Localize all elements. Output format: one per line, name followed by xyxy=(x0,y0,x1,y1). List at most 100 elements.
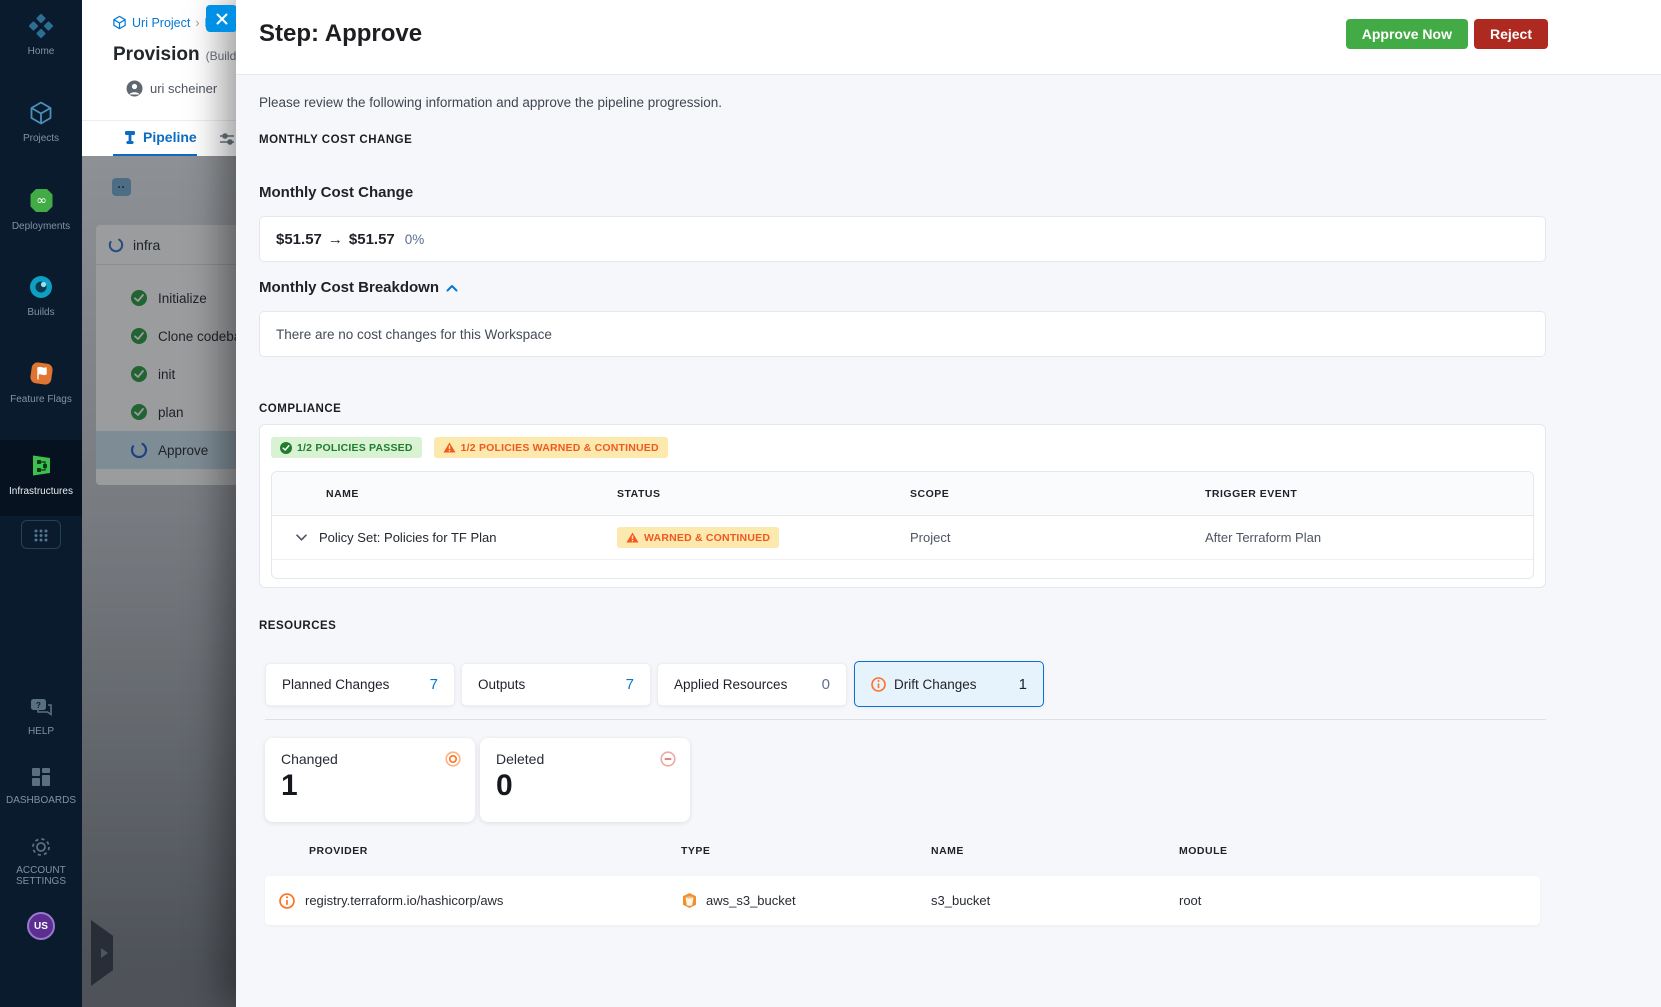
chevron-up-icon[interactable] xyxy=(446,284,458,292)
warned-continued-badge: WARNED & CONTINUED xyxy=(617,527,780,548)
policy-set-name: Policy Set: Policies for TF Plan xyxy=(319,530,497,545)
pipeline-tabbar: Pipeline xyxy=(82,120,236,156)
help-chat-icon: ? xyxy=(31,699,52,717)
planned-changes-count: 7 xyxy=(429,676,438,693)
sidebar-item-label: Deployments xyxy=(11,221,71,232)
drift-table-row[interactable]: registry.terraform.io/hashicorp/aws aws_… xyxy=(265,876,1540,925)
sidebar-item-deployments[interactable]: ∞ Deployments xyxy=(0,187,82,232)
col-name: NAME xyxy=(326,487,359,500)
user-avatar[interactable]: US xyxy=(27,912,55,940)
pipeline-icon xyxy=(125,130,135,144)
sidebar-item-home[interactable]: Home xyxy=(0,13,82,57)
policy-trigger: After Terraform Plan xyxy=(1205,530,1322,545)
app-window: Home Projects ∞ Deployments Builds Featu… xyxy=(0,0,1661,1007)
sidebar-item-builds[interactable]: Builds xyxy=(0,274,82,318)
sidebar-item-infrastructures[interactable]: Infrastructures xyxy=(0,440,82,516)
cost-breakdown-empty-card: There are no cost changes for this Works… xyxy=(259,311,1546,357)
section-resources-label: RESOURCES xyxy=(259,620,337,632)
sidebar-item-account-settings[interactable]: ACCOUNT SETTINGS xyxy=(0,836,82,887)
drift-changes-count: 1 xyxy=(1018,675,1027,693)
projects-icon xyxy=(30,101,52,125)
resource-module: root xyxy=(1179,893,1202,908)
approve-now-button[interactable]: Approve Now xyxy=(1345,19,1468,49)
warning-triangle-icon xyxy=(626,532,639,543)
changed-value: 1 xyxy=(281,769,298,802)
sidebar-item-label: DASHBOARDS xyxy=(5,795,76,806)
pipeline-author: uri scheiner xyxy=(126,80,217,97)
col-scope: SCOPE xyxy=(910,487,950,500)
tab-applied-resources[interactable]: Applied Resources 0 xyxy=(657,663,847,706)
drawer-actions: Approve Now Reject xyxy=(1345,19,1548,49)
grid-icon xyxy=(34,529,48,541)
compliance-card: 1/2 POLICIES PASSED 1/2 POLICIES WARNED … xyxy=(259,424,1546,588)
policy-scope: Project xyxy=(910,530,951,545)
drawer-body: Please review the following information … xyxy=(236,75,1661,1007)
breadcrumb-separator: › xyxy=(195,15,200,30)
changed-label: Changed xyxy=(281,751,338,767)
col-type: TYPE xyxy=(681,845,711,857)
deleted-label: Deleted xyxy=(496,751,545,767)
infrastructures-icon xyxy=(32,455,50,476)
col-provider: PROVIDER xyxy=(309,845,368,857)
tab-pipeline[interactable]: Pipeline xyxy=(123,129,197,145)
tab-drift-changes[interactable]: Drift Changes 1 xyxy=(854,661,1044,707)
tab-outputs[interactable]: Outputs 7 xyxy=(461,663,651,706)
tab-planned-changes[interactable]: Planned Changes 7 xyxy=(265,663,455,706)
sidebar-item-label: Projects xyxy=(22,133,60,144)
changed-stat-card: Changed 1 xyxy=(265,738,475,822)
warning-triangle-icon xyxy=(443,442,456,453)
deleted-value: 0 xyxy=(496,769,513,802)
sidebar-item-label: Home xyxy=(27,46,55,57)
dashboards-icon xyxy=(32,768,50,786)
col-module: MODULE xyxy=(1179,845,1228,857)
sidebar-item-dashboards[interactable]: DASHBOARDS xyxy=(0,766,82,806)
cost-percent: 0% xyxy=(404,231,425,247)
col-trigger-event: TRIGGER EVENT xyxy=(1205,487,1298,500)
check-circle-icon xyxy=(280,441,292,454)
sidebar-item-label: Builds xyxy=(27,307,55,318)
drift-info-icon xyxy=(279,892,295,909)
reject-button[interactable]: Reject xyxy=(1473,19,1548,49)
step-approve-drawer: Step: Approve Approve Now Reject Please … xyxy=(206,0,1661,1007)
svg-text:∞: ∞ xyxy=(36,194,47,209)
review-instructions: Please review the following information … xyxy=(259,95,723,110)
left-nav: Home Projects ∞ Deployments Builds Featu… xyxy=(0,0,82,1007)
sidebar-item-label: Infrastructures xyxy=(9,486,73,497)
sidebar-item-label: ACCOUNT SETTINGS xyxy=(15,865,66,887)
monthly-cost-heading: Monthly Cost Change xyxy=(259,184,414,201)
resource-type: aws_s3_bucket xyxy=(706,893,796,908)
resources-divider xyxy=(265,719,1546,720)
resource-name: s3_bucket xyxy=(931,893,991,908)
cost-change-value: $51.57 → $51.57 0% xyxy=(276,231,424,248)
project-cube-icon xyxy=(113,15,126,30)
deployments-icon: ∞ xyxy=(30,189,52,212)
feature-flags-icon xyxy=(29,362,53,385)
sidebar-item-feature-flags[interactable]: Feature Flags xyxy=(0,360,82,405)
policy-badges: 1/2 POLICIES PASSED 1/2 POLICIES WARNED … xyxy=(271,437,1534,458)
module-selector-button[interactable] xyxy=(21,520,61,549)
tab-inputs[interactable] xyxy=(219,131,235,152)
policies-passed-badge: 1/2 POLICIES PASSED xyxy=(271,437,422,458)
cost-from: $51.57 xyxy=(276,230,322,248)
policies-warned-badge: 1/2 POLICIES WARNED & CONTINUED xyxy=(433,437,668,458)
policy-table-row[interactable]: Policy Set: Policies for TF Plan WARNED … xyxy=(272,516,1533,560)
cost-change-card: $51.57 → $51.57 0% xyxy=(259,216,1546,262)
cost-breakdown-toggle[interactable]: Monthly Cost Breakdown xyxy=(259,279,458,296)
deleted-stat-card: Deleted 0 xyxy=(480,738,690,822)
page-title-suffix: (Build xyxy=(205,49,236,63)
sidebar-item-label: Feature Flags xyxy=(10,394,72,405)
sidebar-item-label: HELP xyxy=(27,726,55,737)
sidebar-item-projects[interactable]: Projects xyxy=(0,100,82,144)
aws-s3-bucket-icon xyxy=(683,893,696,908)
breadcrumb-project[interactable]: Uri Project xyxy=(132,16,190,30)
gear-icon xyxy=(32,838,50,856)
deleted-minus-icon xyxy=(660,751,676,767)
sidebar-item-help[interactable]: ? HELP xyxy=(0,697,82,737)
outputs-count: 7 xyxy=(625,676,634,693)
builds-icon xyxy=(30,276,52,298)
chevron-down-icon[interactable] xyxy=(296,534,307,541)
close-drawer-button[interactable] xyxy=(206,5,237,32)
policy-table: NAME STATUS SCOPE TRIGGER EVENT Policy S… xyxy=(271,471,1534,579)
section-monthly-cost-label: MONTHLY COST CHANGE xyxy=(259,134,413,146)
drawer-title: Step: Approve xyxy=(259,20,423,47)
